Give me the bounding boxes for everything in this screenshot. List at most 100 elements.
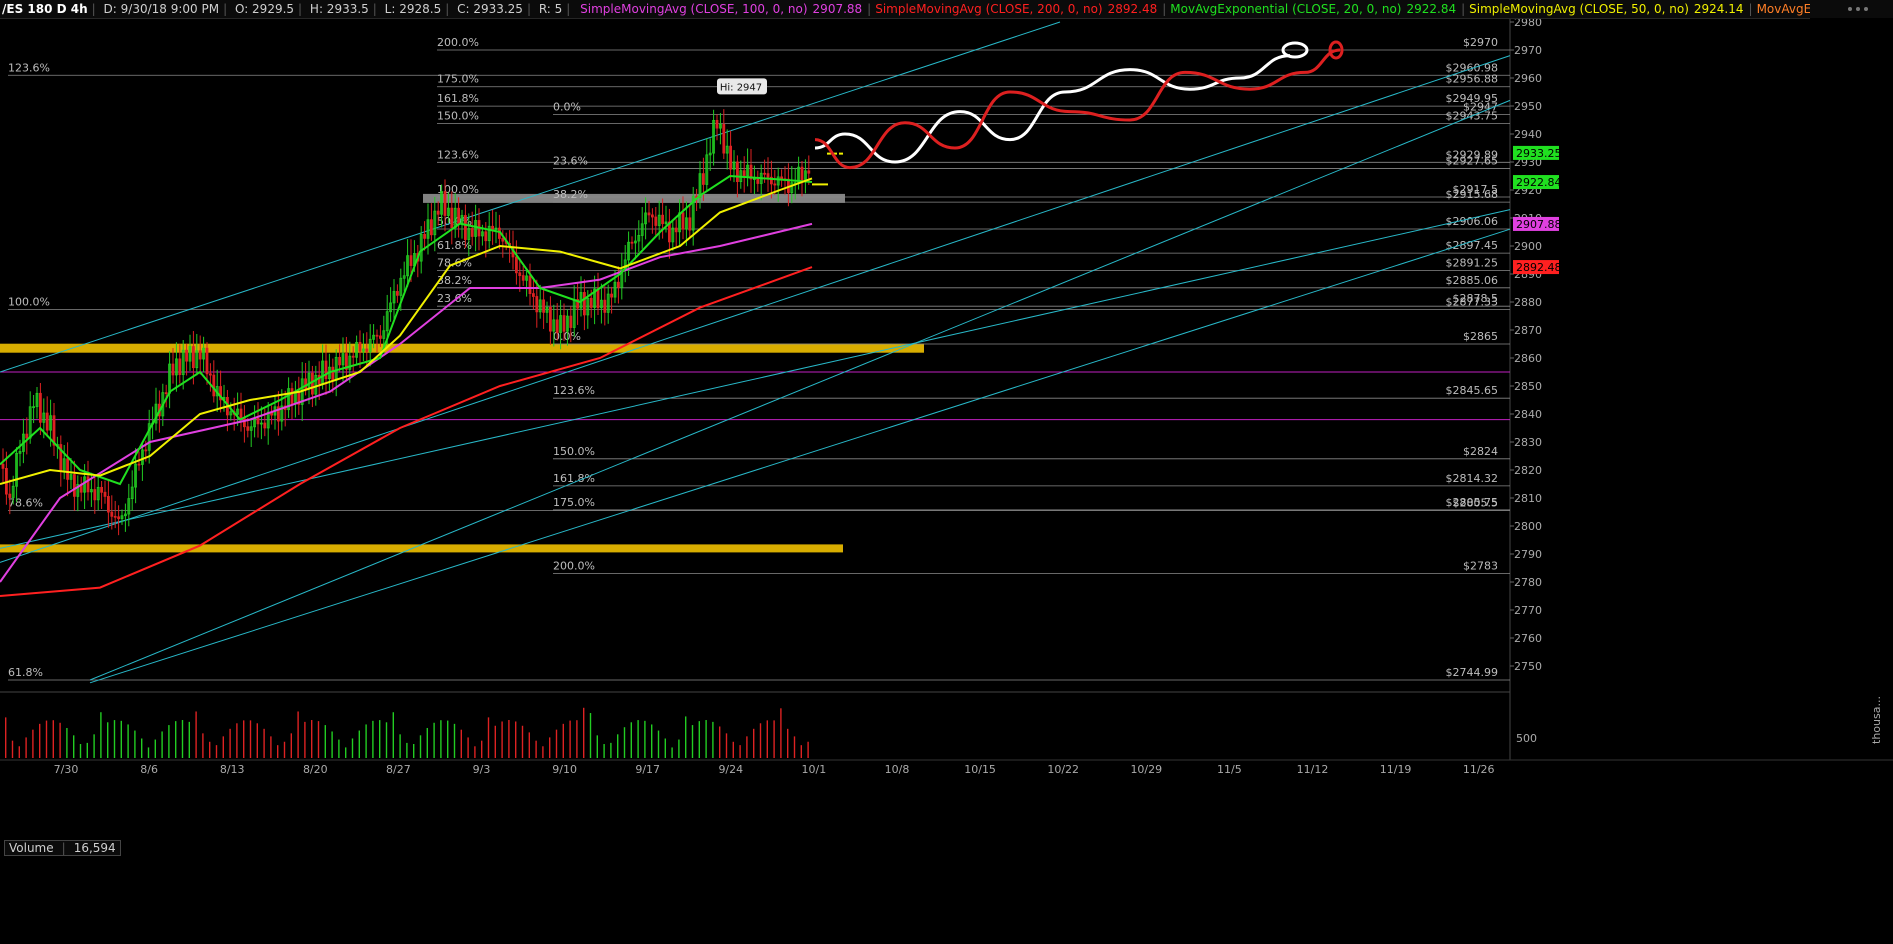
x-tick-label: 10/15 (964, 763, 996, 776)
symbol-label[interactable]: /ES 180 D 4h (0, 2, 90, 16)
x-tick-label: 8/13 (220, 763, 245, 776)
volume-bar (324, 725, 326, 758)
candle-body (198, 350, 202, 360)
candle-body (681, 212, 685, 230)
chart-controls[interactable] (1810, 0, 1893, 18)
candle-body (715, 119, 719, 129)
candle-body (324, 360, 328, 380)
volume-bar (317, 721, 320, 758)
volume-bar (569, 720, 571, 758)
candle-body (93, 489, 97, 501)
candle-body (351, 355, 355, 358)
fib-price-label: $2877.33 (1446, 295, 1499, 308)
fib-level-label: 200.0% (553, 560, 595, 573)
support-zone (423, 193, 845, 203)
study-legend: SimpleMovingAvg (CLOSE, 100, 0, no) 2907.… (576, 2, 1810, 16)
volume-bar (460, 729, 462, 758)
volume-bar (542, 746, 544, 758)
candle-body (443, 191, 447, 216)
volume-bar (243, 720, 245, 758)
volume-bar (175, 721, 177, 758)
volume-bar (215, 745, 218, 758)
x-tick-label: 8/27 (386, 763, 411, 776)
candle-body (562, 315, 566, 332)
candle-body (436, 210, 440, 215)
candle-body (429, 219, 433, 236)
candle-body (780, 176, 783, 180)
volume-bar (426, 727, 428, 758)
study-label[interactable]: SimpleMovingAvg (CLOSE, 50, 0, no) (1467, 2, 1691, 16)
fib-level-label: 150.0% (553, 445, 595, 458)
candle-body (729, 145, 732, 170)
volume-bar (283, 741, 286, 758)
fib-level-label: 123.6% (437, 148, 479, 161)
volume-bar (195, 711, 197, 758)
volume-bar (311, 720, 313, 758)
candle-body (290, 388, 294, 405)
fib-level-label: 100.0% (437, 183, 479, 196)
volume-bar (25, 737, 27, 758)
candle-body (191, 346, 195, 369)
candle-body (610, 293, 613, 298)
candle-body (583, 292, 586, 316)
x-tick-label: 8/20 (303, 763, 328, 776)
volume-bar (39, 723, 41, 758)
price-tag-value: 2922.84 (1516, 176, 1562, 189)
volume-bar (188, 721, 190, 758)
volume-bar (739, 745, 741, 758)
study-label[interactable]: SimpleMovingAvg (CLOSE, 100, 0, no) (578, 2, 809, 16)
candle-body (773, 183, 777, 186)
volume-bar (406, 742, 408, 758)
candle-body (654, 216, 658, 226)
fib-level-label: 123.6% (8, 61, 50, 74)
y-tick-label: 2850 (1514, 380, 1542, 393)
volume-bar (141, 738, 143, 758)
y-tick-label: 2810 (1514, 492, 1542, 505)
candle-body (542, 299, 545, 313)
y-tick-label: 2880 (1514, 296, 1542, 309)
volume-bar (66, 728, 68, 758)
candle-body (528, 275, 532, 295)
candle-body (239, 408, 243, 420)
fib-price-label: $2845.65 (1446, 384, 1499, 397)
volume-bar (86, 742, 88, 758)
volume-bar (52, 720, 54, 758)
volume-bar (338, 739, 340, 758)
candle-body (208, 373, 212, 376)
volume-bar (651, 724, 653, 758)
candle-body (178, 358, 182, 376)
candle-body (589, 297, 593, 308)
y-tick-label: 2790 (1514, 548, 1542, 561)
projection-path-red (814, 48, 1341, 170)
volume-bar (766, 720, 768, 758)
fib-level-label: 38.2% (553, 188, 588, 201)
volume-bar (440, 720, 442, 758)
x-tick-label: 10/22 (1047, 763, 1079, 776)
volume-bar (209, 741, 211, 758)
study-label[interactable]: SimpleMovingAvg (CLOSE, 200, 0, no) (873, 2, 1104, 16)
y-tick-label: 2840 (1514, 408, 1542, 421)
candle-body (518, 272, 522, 277)
price-chart[interactable]: 2750 2760 2770 2780 2790 2800 2810 2820 2830 2840… (0, 0, 1893, 944)
volume-bar (161, 731, 163, 758)
study-value: 2924.14 (1693, 2, 1744, 16)
candle-body (688, 217, 692, 231)
study-label[interactable]: MovAvgExponential (CLOSE, 20, 0, no) (1168, 2, 1403, 16)
open-label: O: 2929.5 (234, 2, 295, 16)
fib-level-label: 100.0% (8, 295, 50, 308)
volume-legend: Volume | 16,594 (4, 840, 121, 856)
candle-body (358, 341, 362, 352)
study-label[interactable]: MovAvgExponential (CLOSE, 8... (1755, 2, 1810, 16)
candle-body (100, 486, 103, 493)
volume-bar (222, 736, 224, 758)
volume-bar (399, 734, 401, 758)
volume-bar (358, 730, 360, 758)
x-tick-label: 9/10 (552, 763, 577, 776)
volume-bar (413, 744, 415, 758)
volume-bar (385, 722, 388, 758)
fib-price-label: $2906.06 (1446, 215, 1499, 228)
volume-bar (617, 734, 619, 758)
volume-bar (5, 717, 7, 758)
volume-bar (487, 717, 490, 758)
y-tick-label: 2800 (1514, 520, 1542, 533)
